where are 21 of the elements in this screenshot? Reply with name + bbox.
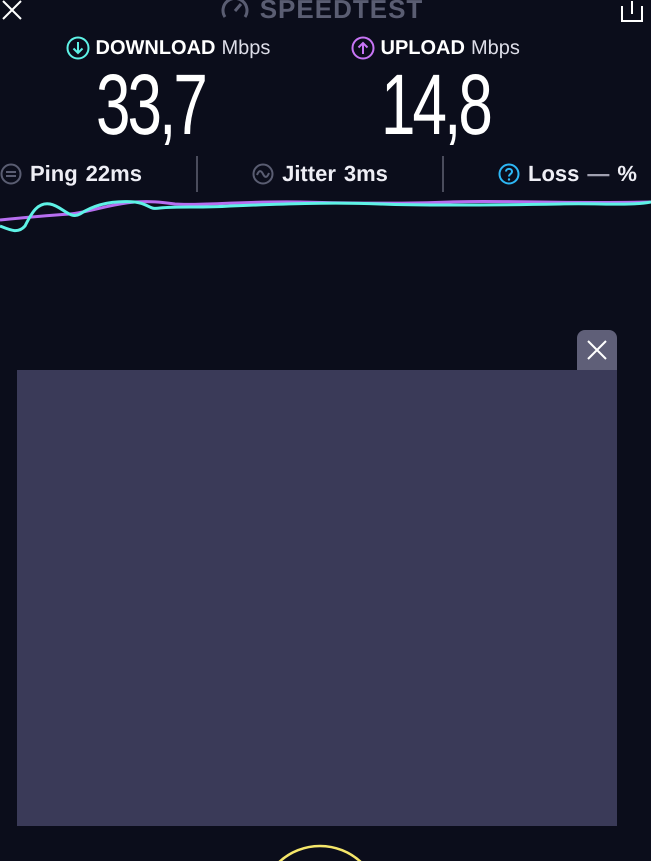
speed-label: UPLOAD [380, 36, 465, 60]
close-button[interactable] [577, 330, 617, 370]
close-icon[interactable] [2, 0, 22, 20]
stat-value: 3ms [344, 161, 388, 187]
help-icon[interactable] [498, 163, 520, 185]
speed-unit: Mbps [470, 36, 520, 60]
wave-icon [252, 163, 274, 185]
stat-value: — [587, 161, 610, 187]
app-title: SPEEDTEST [260, 0, 424, 25]
stat-label: Ping [30, 161, 78, 187]
speed-unit: Mbps [221, 36, 270, 60]
share-icon[interactable] [621, 0, 643, 22]
speed-label: DOWNLOAD [96, 36, 216, 60]
ping-icon [0, 163, 22, 185]
stat-label: Jitter [282, 161, 336, 187]
speed-value: 33,7 [96, 60, 204, 150]
stat-value: 22ms [86, 161, 142, 187]
stat-unit: % [617, 161, 637, 187]
speed-value: 14,8 [380, 60, 490, 150]
close-icon [587, 340, 607, 360]
stat-label: Loss [528, 161, 580, 187]
